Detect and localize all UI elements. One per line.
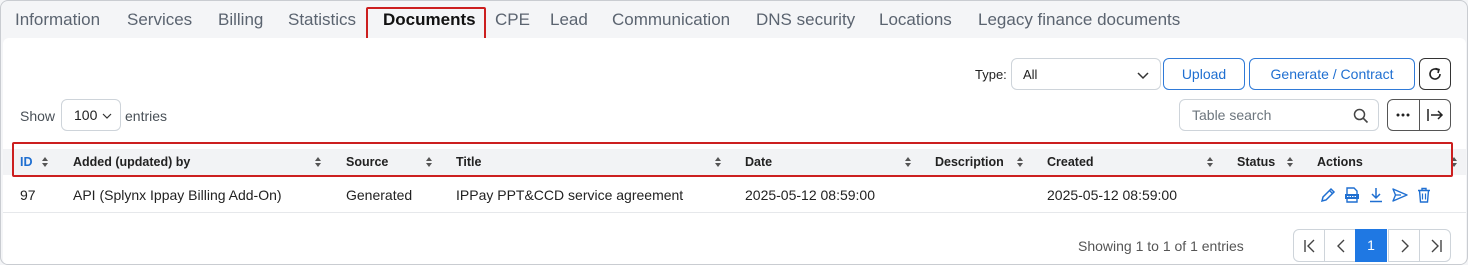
pdf-icon[interactable] — [1343, 186, 1361, 204]
column-header-source[interactable]: Source — [346, 155, 388, 169]
search-icon — [1353, 108, 1369, 124]
trash-icon[interactable] — [1415, 186, 1433, 204]
first-page-icon — [1304, 239, 1315, 253]
type-filter-value: All — [1023, 67, 1038, 82]
tab-dns-security[interactable]: DNS security — [756, 10, 855, 30]
more-icon — [1396, 113, 1410, 117]
tab-legacy-finance-documents[interactable]: Legacy finance documents — [978, 10, 1180, 30]
upload-button[interactable]: Upload — [1163, 58, 1245, 90]
tab-information[interactable]: Information — [15, 10, 100, 30]
send-icon[interactable] — [1391, 186, 1409, 204]
sort-icon[interactable] — [425, 156, 433, 168]
chevron-down-icon — [102, 113, 112, 119]
tab-cpe[interactable]: CPE — [495, 10, 530, 30]
last-page-icon — [1431, 239, 1442, 253]
sort-icon[interactable] — [1450, 156, 1458, 168]
table-row[interactable]: 97 API (Splynx Ippay Billing Add-On) Gen… — [3, 175, 1466, 213]
table-info: Showing 1 to 1 of 1 entries — [1078, 238, 1244, 254]
cell-id: 97 — [20, 187, 36, 203]
sort-icon[interactable] — [41, 156, 49, 168]
expand-button[interactable] — [1420, 100, 1451, 130]
expand-icon — [1427, 109, 1444, 121]
tab-billing[interactable]: Billing — [218, 10, 263, 30]
download-icon[interactable] — [1367, 186, 1385, 204]
more-options-button[interactable] — [1388, 100, 1419, 130]
refresh-icon — [1429, 67, 1441, 80]
tab-services[interactable]: Services — [127, 10, 192, 30]
table-options-group — [1387, 99, 1451, 131]
documents-card: Type: All Upload Generate / Contract Sho… — [3, 38, 1466, 264]
tab-bar: Information Services Billing Statistics … — [1, 1, 1467, 40]
tab-communication[interactable]: Communication — [612, 10, 730, 30]
cell-created: 2025-05-12 08:59:00 — [1047, 187, 1177, 203]
column-header-title[interactable]: Title — [456, 155, 481, 169]
tab-documents[interactable]: Documents — [383, 10, 476, 30]
prev-page-button[interactable] — [1324, 229, 1356, 262]
cell-date: 2025-05-12 08:59:00 — [745, 187, 875, 203]
tab-lead[interactable]: Lead — [550, 10, 588, 30]
tab-locations[interactable]: Locations — [879, 10, 952, 30]
column-header-created[interactable]: Created — [1047, 155, 1094, 169]
next-page-icon — [1401, 239, 1409, 253]
generate-contract-button[interactable]: Generate / Contract — [1249, 58, 1415, 90]
table-search-input[interactable] — [1192, 107, 1342, 123]
sort-icon[interactable] — [1016, 156, 1024, 168]
table-search — [1179, 99, 1379, 131]
sort-icon[interactable] — [714, 156, 722, 168]
sort-icon[interactable] — [314, 156, 322, 168]
prev-page-icon — [1337, 239, 1345, 253]
next-page-button[interactable] — [1388, 229, 1420, 262]
column-header-id[interactable]: ID — [20, 155, 33, 169]
type-filter-label: Type: — [975, 67, 1007, 82]
page-button-1[interactable]: 1 — [1355, 229, 1387, 262]
tab-statistics[interactable]: Statistics — [288, 10, 356, 30]
type-filter-select[interactable]: All — [1011, 58, 1161, 90]
edit-icon[interactable] — [1319, 186, 1337, 204]
table-header: ID Added (updated) by Source Title Date … — [3, 149, 1466, 175]
chevron-down-icon — [1137, 72, 1149, 80]
column-header-added-by[interactable]: Added (updated) by — [73, 155, 190, 169]
column-header-date[interactable]: Date — [745, 155, 772, 169]
sort-icon[interactable] — [904, 156, 912, 168]
cell-title: IPPay PPT&CCD service agreement — [456, 187, 684, 203]
refresh-button[interactable] — [1419, 58, 1451, 90]
column-header-description[interactable]: Description — [935, 155, 1004, 169]
entries-per-page-select[interactable]: 100 — [61, 99, 121, 131]
last-page-button[interactable] — [1419, 229, 1451, 262]
entries-label: entries — [125, 108, 168, 124]
sort-icon[interactable] — [1286, 156, 1294, 168]
show-label: Show — [20, 108, 56, 124]
first-page-button[interactable] — [1293, 229, 1325, 262]
sort-icon[interactable] — [1206, 156, 1214, 168]
cell-added-by: API (Splynx Ippay Billing Add-On) — [73, 187, 282, 203]
column-header-status[interactable]: Status — [1237, 155, 1275, 169]
column-header-actions: Actions — [1317, 155, 1363, 169]
entries-per-page-value: 100 — [74, 107, 98, 123]
customer-documents-panel: Information Services Billing Statistics … — [0, 0, 1468, 265]
cell-source: Generated — [346, 187, 413, 203]
